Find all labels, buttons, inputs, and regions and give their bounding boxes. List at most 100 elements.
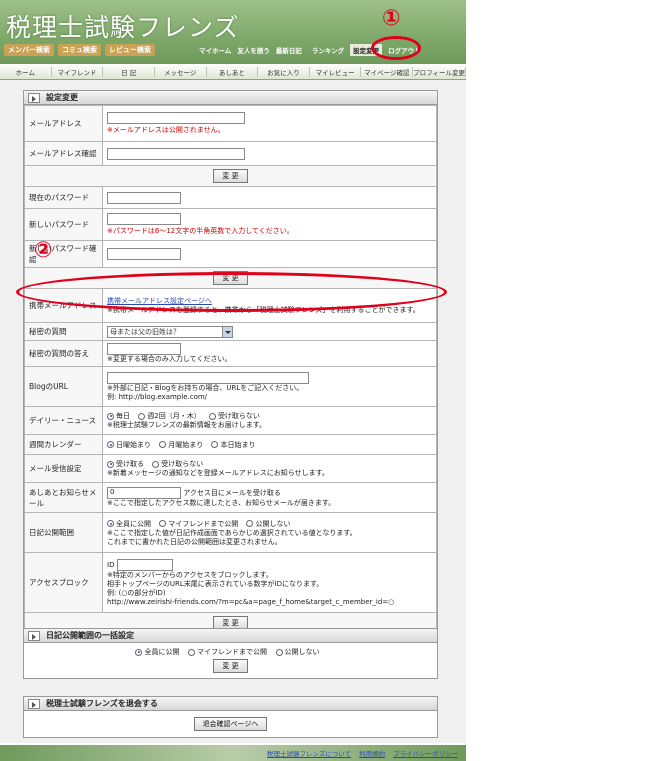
nav-my-home[interactable]: マイホーム <box>199 45 231 55</box>
new-password-note: ※パスワードは6～12文字の半角英数で入力してください。 <box>107 227 294 235</box>
access-block-label: アクセスブロック <box>24 552 103 613</box>
mail-receive-radio-no[interactable] <box>152 460 160 468</box>
mail-receive-option-label: 受け取る <box>116 460 144 468</box>
main-content: 設定変更 メールアドレス ※メールアドレスは公開されません。 メールアドレス確認… <box>0 80 466 743</box>
diary-scope-radio-private[interactable] <box>246 520 254 527</box>
arrow-icon <box>28 92 40 103</box>
calendar-radio-sunday[interactable] <box>107 441 114 448</box>
blog-url-example: 例: http://blog.example.com/ <box>107 392 208 401</box>
current-password-label: 現在のパスワード <box>24 186 103 209</box>
diary-bulk-change-button[interactable]: 変 更 <box>213 659 248 673</box>
sub-nav: ホーム マイフレンド 日 記 メッセージ あしあと お気に入り マイレビュー マ… <box>0 64 466 80</box>
mail-receive-note: ※新着メッセージの通知などを登録メールアドレスにお知らせします。 <box>107 469 329 477</box>
subnav-mypage-check[interactable]: マイページ確認 <box>361 66 414 77</box>
site-title[interactable]: 税理士試験フレンズ <box>6 8 240 44</box>
mail-receive-option-label: 受け取らない <box>161 460 204 468</box>
access-block-id-label: ID <box>107 560 115 569</box>
withdraw-panel: 税理士試験フレンズを退会する 退会確認ページへ <box>23 696 438 738</box>
footprint-count-input[interactable]: 0 <box>107 487 181 499</box>
diary-scope-option-label: 全員に公開 <box>116 519 151 528</box>
nav-invite-friends[interactable]: 友人を誘う <box>237 45 270 55</box>
mail-receive-radio-yes[interactable] <box>107 460 114 468</box>
calendar-option-label: 日曜始まり <box>116 440 151 449</box>
annotation-highlight-mobile-mail <box>16 272 447 312</box>
settings-panel-header: 設定変更 <box>24 91 437 105</box>
footer-privacy-link[interactable]: プライバシーポリシー <box>393 748 458 758</box>
access-block-id-input[interactable] <box>116 558 173 571</box>
annotation-marker-2: ② <box>34 238 53 263</box>
diary-bulk-radio-private[interactable] <box>275 648 283 656</box>
calendar-radio-today[interactable] <box>211 441 219 448</box>
new-password-confirm-input[interactable] <box>107 248 181 260</box>
secret-answer-note: ※変更する場合のみ入力してください。 <box>107 355 232 363</box>
subnav-my-friends[interactable]: マイフレンド <box>52 66 104 77</box>
diary-scope-radio-all[interactable] <box>107 520 114 527</box>
settings-panel: 設定変更 メールアドレス ※メールアドレスは公開されません。 メールアドレス確認… <box>23 90 438 635</box>
diary-bulk-radio-all[interactable] <box>135 648 143 656</box>
diary-bulk-body: 全員に公開 マイフレンドまで公開 公開しない 変 更 <box>24 643 437 678</box>
diary-scope-note-2: これまでに書かれた日記の公開範囲は変更されません。 <box>107 537 282 546</box>
diary-bulk-option-label: 全員に公開 <box>144 648 180 656</box>
secret-question-select[interactable]: 母または父の旧姓は？ <box>107 325 233 338</box>
subnav-my-review[interactable]: マイレビュー <box>310 66 362 77</box>
daily-news-radio-none[interactable] <box>208 412 216 420</box>
subnav-footprints[interactable]: あしあと <box>207 66 259 77</box>
mail-change-button[interactable]: 変 更 <box>213 169 248 183</box>
daily-news-option-label: 受け取らない <box>217 412 260 420</box>
withdraw-body: 退会確認ページへ <box>24 711 437 737</box>
blog-url-input[interactable] <box>107 371 309 384</box>
diary-bulk-radio-friends[interactable] <box>188 648 195 656</box>
calendar-radio-monday[interactable] <box>159 441 167 448</box>
community-search-button[interactable]: コミュ検索 <box>58 44 101 56</box>
arrow-icon <box>28 630 40 641</box>
footer-terms-link[interactable]: 利用規約 <box>359 748 385 758</box>
mail-confirm-input[interactable] <box>107 147 245 160</box>
arrow-icon <box>28 698 40 709</box>
access-block-note: ※特定のメンバーからのアクセスをブロックします。 <box>107 570 273 579</box>
daily-news-radio-twice-weekly[interactable] <box>138 412 146 420</box>
secret-answer-label: 秘密の質問の答え <box>24 340 103 367</box>
subnav-diary[interactable]: 日 記 <box>103 66 155 77</box>
annotation-marker-1: ① <box>382 6 401 31</box>
annotation-highlight-settings <box>371 36 421 60</box>
settings-form: メールアドレス ※メールアドレスは公開されません。 メールアドレス確認 変 更 … <box>24 105 437 634</box>
calendar-option-label: 月曜始まり <box>168 440 204 449</box>
diary-scope-radio-friends[interactable] <box>159 520 167 527</box>
current-password-input[interactable] <box>107 191 181 204</box>
mail-input[interactable] <box>107 112 245 124</box>
access-block-note-2: 相手トップページのURL末尾に表示されている数字がIDになります。 <box>107 579 324 588</box>
blog-url-note: ※外部に日記・Blogをお持ちの場合、URLをご記入ください。 <box>107 383 304 392</box>
diary-bulk-option-label: 公開しない <box>284 648 320 656</box>
withdraw-panel-header: 税理士試験フレンズを退会する <box>24 697 437 711</box>
nav-ranking[interactable]: ランキング <box>312 45 344 55</box>
secret-answer-input[interactable] <box>107 343 181 355</box>
subnav-favorites[interactable]: お気に入り <box>258 66 310 77</box>
weekly-calendar-label: 週間カレンダー <box>24 434 103 455</box>
nav-latest-diary[interactable]: 最新日記 <box>276 45 302 55</box>
diary-scope-label: 日記公開範囲 <box>24 512 103 553</box>
review-search-button[interactable]: レビュー検索 <box>105 44 155 56</box>
subnav-profile-edit[interactable]: プロフィール変更 <box>413 66 466 77</box>
diary-bulk-panel-title: 日記公開範囲の一括設定 <box>46 631 134 640</box>
diary-scope-note: ※ここで指定した値が日記作成画面であらかじめ選択されている値となります。 <box>107 528 357 537</box>
footprint-count-suffix: アクセス目にメールを受け取る <box>183 489 281 497</box>
footer-about-link[interactable]: 税理士試験フレンズについて <box>267 748 351 758</box>
member-search-button[interactable]: メンバー検索 <box>4 44 54 56</box>
secret-question-label: 秘密の質問 <box>24 322 103 341</box>
settings-panel-title: 設定変更 <box>46 93 78 102</box>
secret-question-value: 母または父の旧姓は？ <box>110 327 180 336</box>
access-block-example-url: http://www.zeirishi-friends.com/?m=pc&a=… <box>107 597 395 606</box>
site-footer: 税理士試験フレンズについて 利用規約 プライバシーポリシー <box>0 745 466 761</box>
diary-bulk-panel: 日記公開範囲の一括設定 全員に公開 マイフレンドまで公開 公開しない 変 更 <box>23 628 438 679</box>
mail-note: ※メールアドレスは公開されません。 <box>107 126 225 134</box>
withdraw-panel-title: 税理士試験フレンズを退会する <box>46 699 158 708</box>
subnav-message[interactable]: メッセージ <box>155 66 207 77</box>
daily-news-radio-everyday[interactable] <box>107 412 114 420</box>
calendar-option-label: 本日始まり <box>220 440 256 449</box>
blog-url-label: BlogのURL <box>24 366 103 407</box>
footprint-mail-label: あしあとお知らせメール <box>24 482 103 513</box>
subnav-home[interactable]: ホーム <box>0 66 52 77</box>
new-password-input[interactable] <box>107 213 181 225</box>
diary-scope-option-label: マイフレンドまで公開 <box>168 519 239 528</box>
withdraw-confirm-button[interactable]: 退会確認ページへ <box>193 717 268 731</box>
